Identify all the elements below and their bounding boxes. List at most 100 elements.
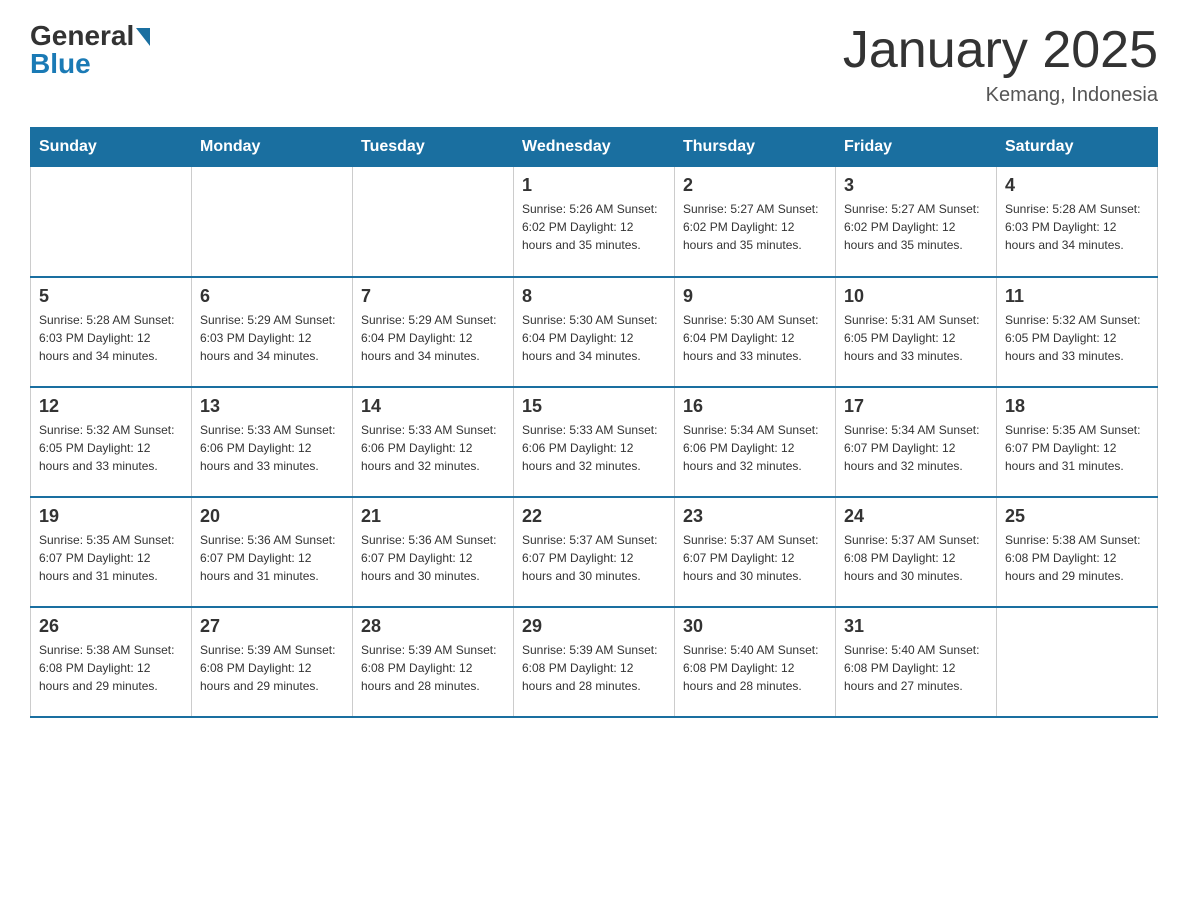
day-number: 10	[844, 286, 988, 307]
day-cell	[997, 607, 1158, 717]
day-info: Sunrise: 5:29 AM Sunset: 6:04 PM Dayligh…	[361, 311, 505, 365]
day-info: Sunrise: 5:33 AM Sunset: 6:06 PM Dayligh…	[522, 421, 666, 475]
day-number: 26	[39, 616, 183, 637]
day-info: Sunrise: 5:34 AM Sunset: 6:07 PM Dayligh…	[844, 421, 988, 475]
day-cell	[31, 167, 192, 277]
day-number: 27	[200, 616, 344, 637]
day-number: 23	[683, 506, 827, 527]
day-info: Sunrise: 5:30 AM Sunset: 6:04 PM Dayligh…	[683, 311, 827, 365]
day-info: Sunrise: 5:33 AM Sunset: 6:06 PM Dayligh…	[361, 421, 505, 475]
day-cell: 1 Sunrise: 5:26 AM Sunset: 6:02 PM Daylig…	[514, 167, 675, 277]
day-number: 11	[1005, 286, 1149, 307]
day-cell: 7 Sunrise: 5:29 AM Sunset: 6:04 PM Daylig…	[353, 277, 514, 387]
day-cell: 20 Sunrise: 5:36 AM Sunset: 6:07 PM Dayli…	[192, 497, 353, 607]
day-info: Sunrise: 5:27 AM Sunset: 6:02 PM Dayligh…	[844, 200, 988, 254]
day-cell	[353, 167, 514, 277]
day-cell: 18Sunrise: 5:35 AM Sunset: 6:07 PM Dayli…	[997, 387, 1158, 497]
day-number: 7	[361, 286, 505, 307]
day-number: 13	[200, 396, 344, 417]
header-friday: Friday	[836, 128, 997, 167]
day-number: 20	[200, 506, 344, 527]
day-cell: 25Sunrise: 5:38 AM Sunset: 6:08 PM Dayli…	[997, 497, 1158, 607]
day-cell	[192, 167, 353, 277]
day-number: 12	[39, 396, 183, 417]
day-number: 14	[361, 396, 505, 417]
logo: General Blue	[30, 20, 150, 80]
calendar-header: SundayMondayTuesdayWednesdayThursdayFrid…	[31, 128, 1158, 167]
day-cell: 28Sunrise: 5:39 AM Sunset: 6:08 PM Dayli…	[353, 607, 514, 717]
day-info: Sunrise: 5:29 AM Sunset: 6:03 PM Dayligh…	[200, 311, 344, 365]
day-info: Sunrise: 5:32 AM Sunset: 6:05 PM Dayligh…	[39, 421, 183, 475]
week-row-3: 12 Sunrise: 5:32 AM Sunset: 6:05 PM Dayli…	[31, 387, 1158, 497]
day-number: 15	[522, 396, 666, 417]
day-cell: 19 Sunrise: 5:35 AM Sunset: 6:07 PM Dayli…	[31, 497, 192, 607]
day-cell: 2 Sunrise: 5:27 AM Sunset: 6:02 PM Daylig…	[675, 167, 836, 277]
day-info: Sunrise: 5:39 AM Sunset: 6:08 PM Dayligh…	[522, 641, 666, 695]
logo-arrow-icon	[136, 28, 150, 46]
day-info: Sunrise: 5:39 AM Sunset: 6:08 PM Dayligh…	[200, 641, 344, 695]
day-number: 31	[844, 616, 988, 637]
day-info: Sunrise: 5:31 AM Sunset: 6:05 PM Dayligh…	[844, 311, 988, 365]
day-cell: 30 Sunrise: 5:40 AM Sunset: 6:08 PM Dayli…	[675, 607, 836, 717]
week-row-5: 26 Sunrise: 5:38 AM Sunset: 6:08 PM Dayli…	[31, 607, 1158, 717]
day-number: 19	[39, 506, 183, 527]
logo-blue: Blue	[30, 48, 91, 80]
day-number: 21	[361, 506, 505, 527]
day-info: Sunrise: 5:26 AM Sunset: 6:02 PM Dayligh…	[522, 200, 666, 254]
day-info: Sunrise: 5:36 AM Sunset: 6:07 PM Dayligh…	[200, 531, 344, 585]
calendar-table: SundayMondayTuesdayWednesdayThursdayFrid…	[30, 127, 1158, 718]
day-number: 8	[522, 286, 666, 307]
day-info: Sunrise: 5:38 AM Sunset: 6:08 PM Dayligh…	[1005, 531, 1149, 585]
day-info: Sunrise: 5:37 AM Sunset: 6:08 PM Dayligh…	[844, 531, 988, 585]
day-number: 4	[1005, 175, 1149, 196]
header-saturday: Saturday	[997, 128, 1158, 167]
day-cell: 11Sunrise: 5:32 AM Sunset: 6:05 PM Dayli…	[997, 277, 1158, 387]
month-title: January 2025	[843, 20, 1158, 80]
day-number: 29	[522, 616, 666, 637]
day-info: Sunrise: 5:28 AM Sunset: 6:03 PM Dayligh…	[1005, 200, 1149, 254]
day-number: 9	[683, 286, 827, 307]
day-info: Sunrise: 5:35 AM Sunset: 6:07 PM Dayligh…	[1005, 421, 1149, 475]
day-number: 24	[844, 506, 988, 527]
day-number: 3	[844, 175, 988, 196]
day-info: Sunrise: 5:37 AM Sunset: 6:07 PM Dayligh…	[522, 531, 666, 585]
day-info: Sunrise: 5:36 AM Sunset: 6:07 PM Dayligh…	[361, 531, 505, 585]
day-cell: 14 Sunrise: 5:33 AM Sunset: 6:06 PM Dayli…	[353, 387, 514, 497]
day-info: Sunrise: 5:37 AM Sunset: 6:07 PM Dayligh…	[683, 531, 827, 585]
calendar-body: 1 Sunrise: 5:26 AM Sunset: 6:02 PM Daylig…	[31, 167, 1158, 717]
day-cell: 3 Sunrise: 5:27 AM Sunset: 6:02 PM Daylig…	[836, 167, 997, 277]
header-monday: Monday	[192, 128, 353, 167]
day-number: 30	[683, 616, 827, 637]
day-cell: 9 Sunrise: 5:30 AM Sunset: 6:04 PM Daylig…	[675, 277, 836, 387]
day-cell: 21 Sunrise: 5:36 AM Sunset: 6:07 PM Dayli…	[353, 497, 514, 607]
day-cell: 26 Sunrise: 5:38 AM Sunset: 6:08 PM Dayli…	[31, 607, 192, 717]
day-number: 17	[844, 396, 988, 417]
day-cell: 10 Sunrise: 5:31 AM Sunset: 6:05 PM Dayli…	[836, 277, 997, 387]
day-number: 1	[522, 175, 666, 196]
day-info: Sunrise: 5:38 AM Sunset: 6:08 PM Dayligh…	[39, 641, 183, 695]
day-cell: 23 Sunrise: 5:37 AM Sunset: 6:07 PM Dayli…	[675, 497, 836, 607]
day-cell: 17 Sunrise: 5:34 AM Sunset: 6:07 PM Dayli…	[836, 387, 997, 497]
day-cell: 29 Sunrise: 5:39 AM Sunset: 6:08 PM Dayli…	[514, 607, 675, 717]
day-number: 22	[522, 506, 666, 527]
day-info: Sunrise: 5:35 AM Sunset: 6:07 PM Dayligh…	[39, 531, 183, 585]
location: Kemang, Indonesia	[843, 84, 1158, 107]
day-info: Sunrise: 5:33 AM Sunset: 6:06 PM Dayligh…	[200, 421, 344, 475]
header-wednesday: Wednesday	[514, 128, 675, 167]
week-row-1: 1 Sunrise: 5:26 AM Sunset: 6:02 PM Daylig…	[31, 167, 1158, 277]
day-cell: 12 Sunrise: 5:32 AM Sunset: 6:05 PM Dayli…	[31, 387, 192, 497]
day-info: Sunrise: 5:28 AM Sunset: 6:03 PM Dayligh…	[39, 311, 183, 365]
day-info: Sunrise: 5:27 AM Sunset: 6:02 PM Dayligh…	[683, 200, 827, 254]
day-cell: 31Sunrise: 5:40 AM Sunset: 6:08 PM Dayli…	[836, 607, 997, 717]
day-cell: 5 Sunrise: 5:28 AM Sunset: 6:03 PM Daylig…	[31, 277, 192, 387]
header-sunday: Sunday	[31, 128, 192, 167]
day-number: 5	[39, 286, 183, 307]
day-cell: 16Sunrise: 5:34 AM Sunset: 6:06 PM Dayli…	[675, 387, 836, 497]
day-number: 28	[361, 616, 505, 637]
day-number: 2	[683, 175, 827, 196]
header-row: SundayMondayTuesdayWednesdayThursdayFrid…	[31, 128, 1158, 167]
week-row-4: 19 Sunrise: 5:35 AM Sunset: 6:07 PM Dayli…	[31, 497, 1158, 607]
day-cell: 15 Sunrise: 5:33 AM Sunset: 6:06 PM Dayli…	[514, 387, 675, 497]
day-cell: 6Sunrise: 5:29 AM Sunset: 6:03 PM Daylig…	[192, 277, 353, 387]
day-info: Sunrise: 5:40 AM Sunset: 6:08 PM Dayligh…	[683, 641, 827, 695]
